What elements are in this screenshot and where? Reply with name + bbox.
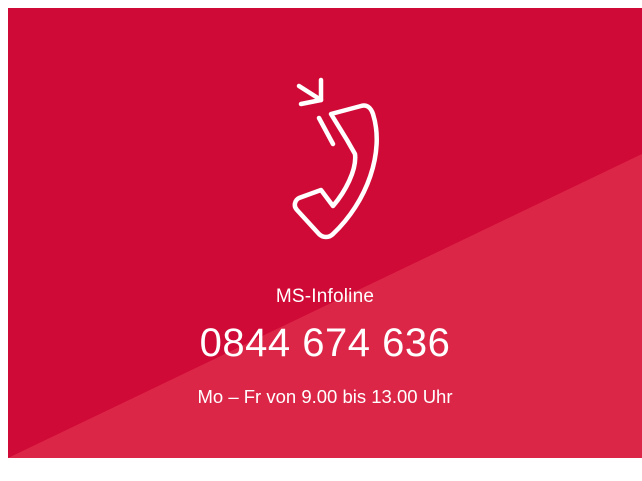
infoline-title: MS-Infoline bbox=[275, 286, 375, 307]
incoming-phone-call-icon bbox=[263, 72, 403, 257]
opening-hours: Mo – Fr von 9.00 bis 13.00 Uhr bbox=[197, 386, 453, 407]
phone-number-link[interactable]: 0844 674 636 bbox=[8, 321, 642, 366]
infoline-card: MS-Infoline 0844 674 636 Mo – Fr von 9.0… bbox=[8, 8, 642, 458]
